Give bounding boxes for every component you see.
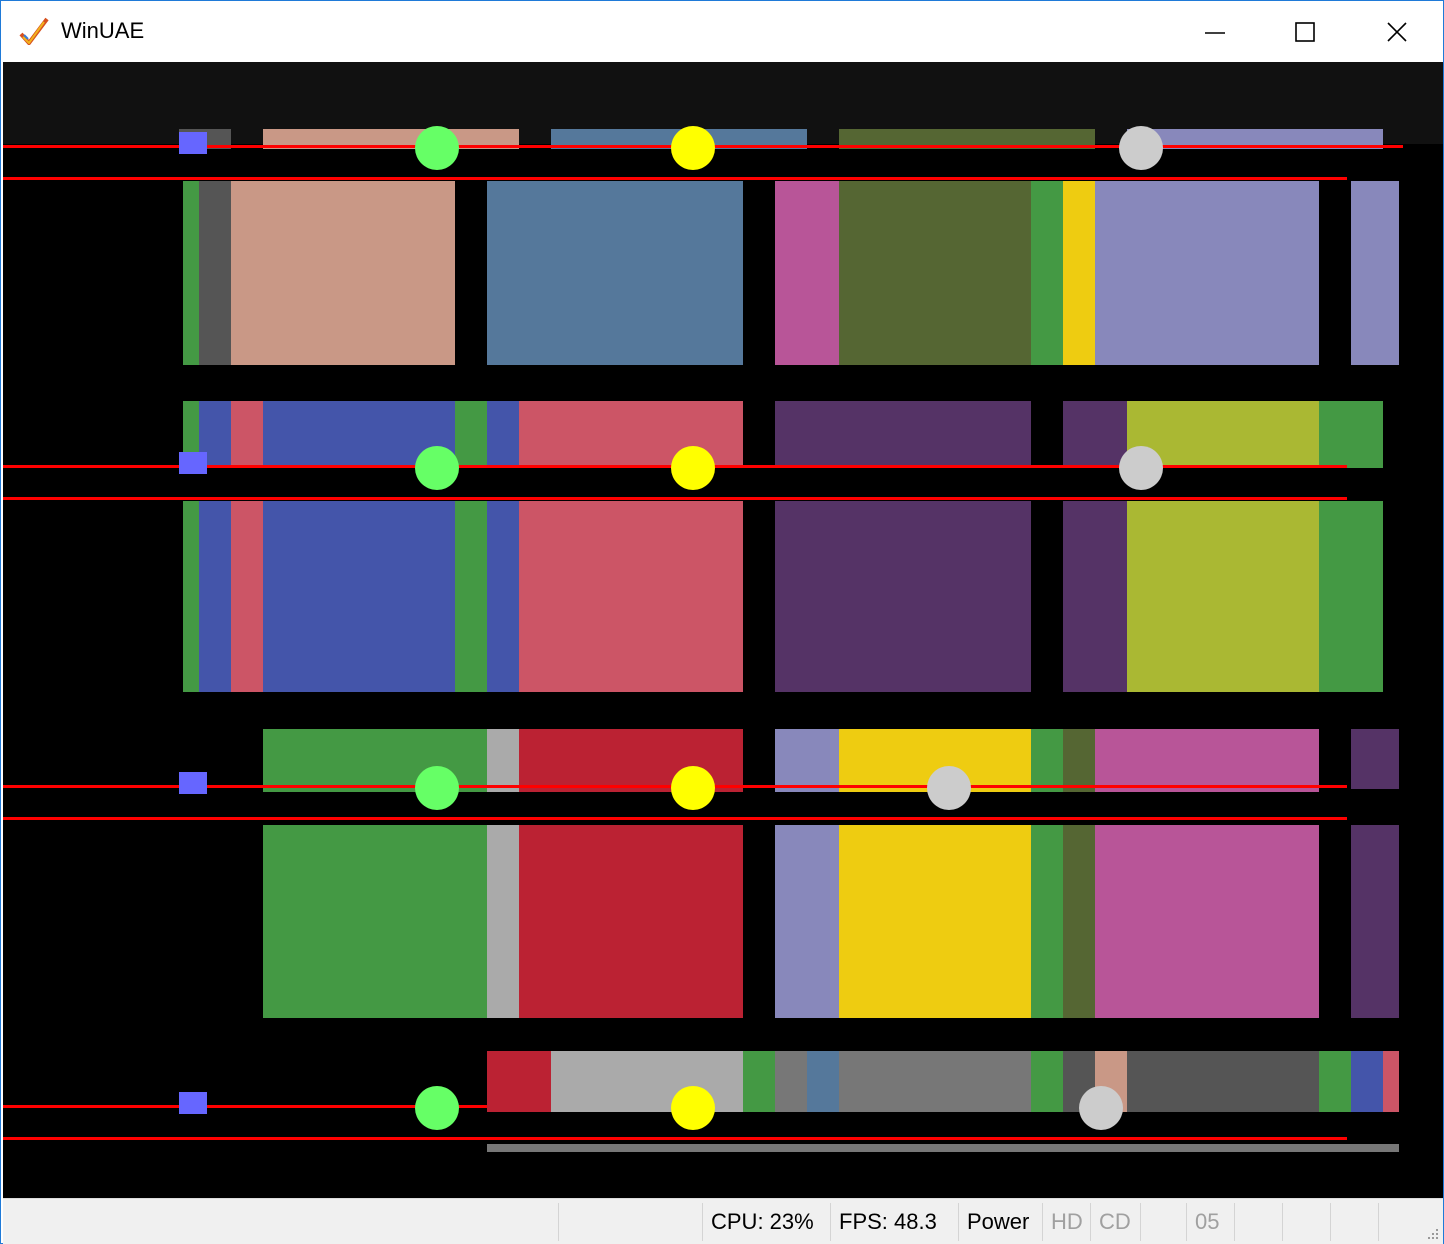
winuae-checkmark-icon	[19, 17, 49, 45]
status-bar: CPU: 23% FPS: 48.3 Power HD CD 05	[3, 1198, 1443, 1244]
title-bar[interactable]: WinUAE	[1, 1, 1443, 62]
maximize-icon	[1295, 21, 1315, 42]
status-message-area	[7, 1203, 559, 1241]
cpu-usage: CPU: 23%	[703, 1203, 831, 1241]
emulator-graphics	[3, 126, 1403, 1152]
hd-led[interactable]: HD	[1043, 1203, 1091, 1241]
winuae-window: WinUAE CPU: 23% FPS: 48.3 Power HD CD 05	[0, 0, 1444, 1244]
close-icon	[1387, 21, 1407, 42]
emulator-display[interactable]	[3, 62, 1443, 1198]
window-title: WinUAE	[61, 18, 145, 43]
minimize-button[interactable]	[1169, 1, 1261, 62]
row-band-4	[487, 1051, 1399, 1152]
cd-led[interactable]: CD	[1091, 1203, 1141, 1241]
status-blank-cell	[1141, 1203, 1187, 1241]
maximize-button[interactable]	[1259, 1, 1351, 62]
drive-slot[interactable]	[1283, 1203, 1331, 1241]
close-button[interactable]	[1351, 1, 1443, 62]
status-blank-cell	[559, 1203, 703, 1241]
power-led[interactable]: Power	[959, 1203, 1043, 1241]
resize-grip-icon[interactable]	[1425, 1226, 1439, 1240]
row-band-2	[183, 401, 1383, 692]
row-band-1	[179, 129, 1399, 365]
fps-counter: FPS: 48.3	[831, 1203, 959, 1241]
drive-slot[interactable]	[1235, 1203, 1283, 1241]
drive-slot[interactable]	[1331, 1203, 1379, 1241]
drive-track[interactable]: 05	[1187, 1203, 1235, 1241]
minimize-icon	[1205, 31, 1225, 34]
